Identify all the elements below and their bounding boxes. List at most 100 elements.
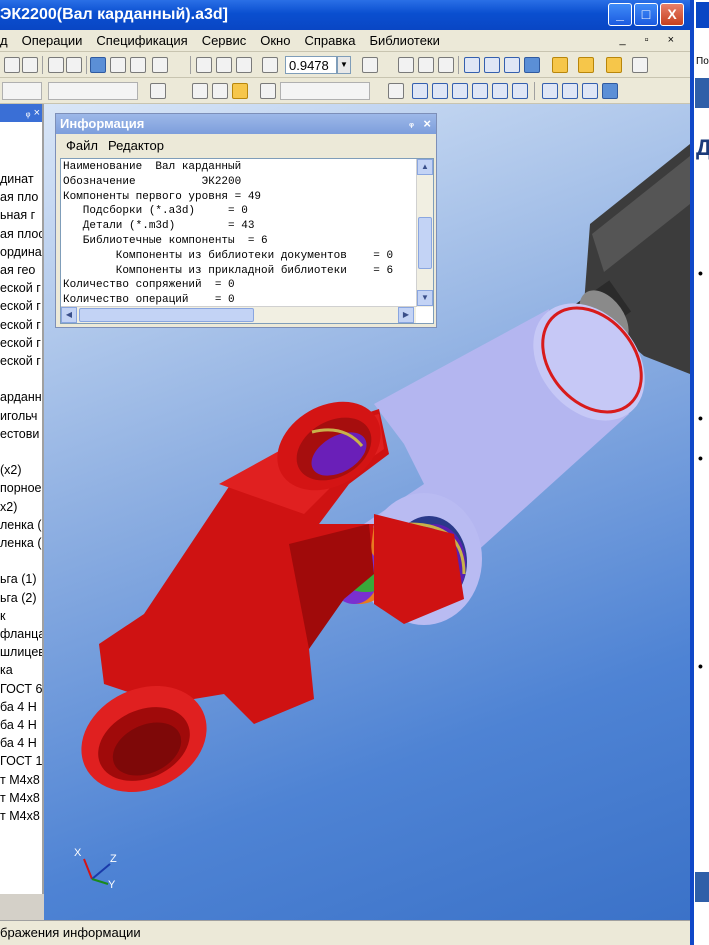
minimize-button[interactable]: _ — [608, 3, 632, 26]
tree-item[interactable]: т М4х8 — [0, 789, 40, 807]
menu-item-operations[interactable]: Операции — [22, 33, 83, 48]
section-icon[interactable] — [606, 57, 622, 73]
function-icon[interactable] — [130, 57, 146, 73]
tree-item[interactable]: т М4х8 — [0, 771, 40, 789]
orientation-icon[interactable] — [362, 57, 378, 73]
scroll-right-icon[interactable]: ▶ — [398, 307, 414, 323]
view-back-icon[interactable] — [432, 83, 448, 99]
tree-item[interactable]: игольч — [0, 407, 37, 425]
scroll-left-icon[interactable]: ◀ — [61, 307, 77, 323]
style-combo[interactable] — [48, 82, 138, 100]
tree-item[interactable]: ьга (1) — [0, 570, 37, 588]
pan-icon[interactable] — [398, 57, 414, 73]
close-button[interactable]: X — [660, 3, 684, 26]
view-left-icon[interactable] — [492, 83, 508, 99]
coordinate-field[interactable] — [280, 82, 370, 100]
horizontal-scrollbar[interactable]: ◀ ▶ — [61, 306, 416, 323]
tree-item[interactable]: шлицев — [0, 643, 42, 661]
mdi-window-controls[interactable]: _ ▫ × — [619, 34, 682, 46]
tree-item[interactable]: еской г — [0, 279, 41, 297]
menu-item-file[interactable]: Файл — [66, 138, 98, 153]
zoom-dropdown-button[interactable]: ▼ — [337, 56, 351, 74]
layer-combo[interactable] — [2, 82, 42, 100]
pin-icon[interactable]: ᵩ — [409, 114, 414, 134]
copy-icon[interactable] — [22, 57, 38, 73]
scroll-down-icon[interactable]: ▼ — [417, 290, 433, 306]
maximize-button[interactable]: □ — [634, 3, 658, 26]
tree-item[interactable]: ордина — [0, 243, 42, 261]
tree-item[interactable]: x2) — [0, 498, 17, 516]
snap-icon[interactable] — [232, 83, 248, 99]
zoom-in-icon[interactable] — [216, 57, 232, 73]
tree-item[interactable]: еской г — [0, 316, 41, 334]
cut-icon[interactable] — [4, 57, 20, 73]
menu-item-specification[interactable]: Спецификация — [96, 33, 187, 48]
tree-item[interactable]: ба 4 Н — [0, 716, 37, 734]
tree-item[interactable]: (x2) — [0, 461, 22, 479]
information-text-area[interactable]: Наименование Вал карданный Обозначение ЭК… — [60, 158, 434, 324]
options-icon[interactable] — [632, 57, 648, 73]
zoom-input[interactable] — [285, 56, 337, 74]
horizontal-scroll-thumb[interactable] — [79, 308, 254, 322]
tree-item[interactable]: ленка ( — [0, 534, 41, 552]
menu-item-service[interactable]: Сервис — [202, 33, 247, 48]
tree-item[interactable]: т М4х8 — [0, 807, 40, 825]
menu-item-view[interactable]: д — [0, 33, 8, 48]
properties-icon[interactable] — [110, 57, 126, 73]
vertical-scrollbar[interactable]: ▲ ▼ — [416, 159, 433, 307]
zoom-window-icon[interactable] — [196, 57, 212, 73]
tree-item[interactable]: еской г — [0, 334, 41, 352]
tree-item[interactable]: ая пло — [0, 188, 38, 206]
tree-item[interactable]: ГОСТ 6 — [0, 680, 42, 698]
local-cs-icon[interactable] — [192, 83, 208, 99]
wireframe-icon[interactable] — [464, 57, 480, 73]
tree-item[interactable]: еской г — [0, 352, 41, 370]
view-right-icon[interactable] — [512, 83, 528, 99]
grid-icon[interactable] — [150, 83, 166, 99]
scroll-up-icon[interactable]: ▲ — [417, 159, 433, 175]
tree-item[interactable]: ка — [0, 661, 13, 679]
zoom-scale-icon[interactable] — [262, 57, 278, 73]
tree-item[interactable]: к — [0, 607, 5, 625]
tree-item[interactable]: ленка ( — [0, 516, 41, 534]
tree-item[interactable]: ба 4 Н — [0, 698, 37, 716]
tree-item[interactable]: фланца — [0, 625, 42, 643]
help-pointer-icon[interactable] — [152, 57, 168, 73]
view-top-icon[interactable] — [452, 83, 468, 99]
zoom-all-icon[interactable] — [418, 57, 434, 73]
view-bottom-icon[interactable] — [472, 83, 488, 99]
view-iso-icon[interactable] — [542, 83, 558, 99]
undo-icon[interactable] — [48, 57, 64, 73]
tree-item[interactable]: еской г — [0, 297, 41, 315]
view-select-icon[interactable] — [388, 83, 404, 99]
perspective-icon[interactable] — [578, 57, 594, 73]
hidden-thin-icon[interactable] — [504, 57, 520, 73]
redo-icon[interactable] — [66, 57, 82, 73]
tree-item[interactable]: ьга (2) — [0, 589, 37, 607]
view-iso4-icon[interactable] — [602, 83, 618, 99]
vertical-scroll-thumb[interactable] — [418, 217, 432, 269]
coordinates-icon[interactable] — [260, 83, 276, 99]
rotate-icon[interactable] — [438, 57, 454, 73]
view-iso3-icon[interactable] — [582, 83, 598, 99]
shaded-icon[interactable] — [524, 57, 540, 73]
tree-item[interactable]: порное — [0, 479, 41, 497]
panel-pin-icon[interactable]: ᵩ × — [26, 107, 40, 119]
tree-item[interactable]: ба 4 Н — [0, 734, 37, 752]
shaded-edges-icon[interactable] — [552, 57, 568, 73]
save-icon[interactable] — [90, 57, 106, 73]
zoom-out-icon[interactable] — [236, 57, 252, 73]
tree-item[interactable]: ГОСТ 1 — [0, 752, 42, 770]
menu-item-libraries[interactable]: Библиотеки — [369, 33, 439, 48]
tree-item[interactable]: арданн — [0, 388, 42, 406]
dialog-close-icon[interactable]: × — [423, 114, 431, 134]
menu-item-editor[interactable]: Редактор — [108, 138, 164, 153]
tree-item[interactable]: ая гео — [0, 261, 35, 279]
menu-item-help[interactable]: Справка — [304, 33, 355, 48]
view-front-icon[interactable] — [412, 83, 428, 99]
tree-item[interactable]: ая плос — [0, 225, 42, 243]
ortho-icon[interactable] — [212, 83, 228, 99]
hidden-lines-icon[interactable] — [484, 57, 500, 73]
tree-item[interactable]: естови — [0, 425, 39, 443]
view-iso2-icon[interactable] — [562, 83, 578, 99]
